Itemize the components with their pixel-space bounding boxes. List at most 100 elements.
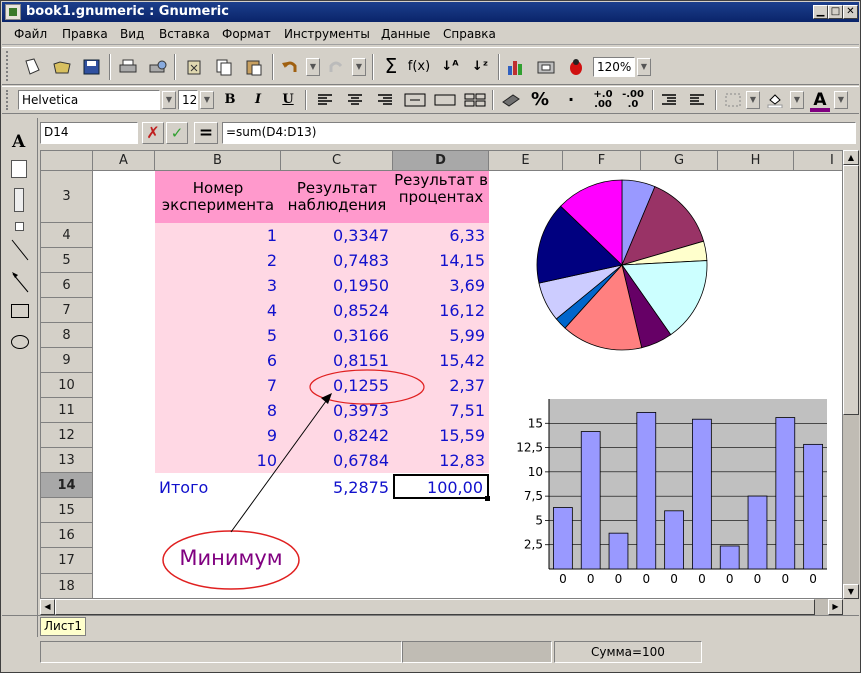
redo-dropdown[interactable]: ▼ bbox=[352, 58, 366, 76]
print-icon[interactable] bbox=[116, 56, 140, 78]
checkbox-tool-icon[interactable] bbox=[15, 222, 24, 231]
menu-format[interactable]: Формат bbox=[222, 27, 271, 41]
status-bar: Сумма=100 bbox=[2, 637, 859, 667]
menu-data[interactable]: Данные bbox=[381, 27, 430, 41]
font-color-icon[interactable]: A bbox=[810, 90, 830, 112]
paste-icon[interactable] bbox=[242, 56, 266, 78]
scrollbar-tool-icon[interactable] bbox=[14, 188, 24, 212]
sort-ascending-icon[interactable]: ↓ᴬ bbox=[438, 56, 462, 78]
align-left-icon[interactable] bbox=[314, 90, 338, 112]
cut-icon[interactable] bbox=[182, 56, 206, 78]
minimize-button[interactable]: ▁ bbox=[813, 5, 828, 19]
borders-icon[interactable] bbox=[722, 90, 746, 112]
menu-file[interactable]: Файл bbox=[14, 27, 47, 41]
menu-view[interactable]: Вид bbox=[120, 27, 144, 41]
close-button[interactable]: ✕ bbox=[843, 5, 858, 19]
percent-button[interactable]: % bbox=[529, 90, 551, 110]
merge-cells-icon[interactable] bbox=[432, 90, 456, 112]
status-message bbox=[40, 641, 402, 663]
font-size-dropdown[interactable]: ▼ bbox=[200, 91, 214, 109]
line-tool-icon[interactable] bbox=[10, 238, 30, 265]
sheet-tab-bar: Лист1 bbox=[2, 615, 859, 637]
insert-object-icon[interactable] bbox=[534, 56, 558, 78]
rectangle-tool-icon[interactable] bbox=[11, 304, 29, 318]
scroll-left-icon[interactable]: ◀ bbox=[40, 599, 55, 615]
font-name-input[interactable]: Helvetica bbox=[18, 90, 160, 110]
edit-formula-button[interactable]: = bbox=[194, 122, 218, 144]
zoom-input[interactable]: 120% bbox=[593, 57, 635, 77]
sort-descending-icon[interactable]: ↓ᶻ bbox=[468, 56, 492, 78]
bug-icon[interactable] bbox=[564, 56, 588, 78]
fill-color-icon[interactable] bbox=[764, 90, 788, 112]
toolbar-grip[interactable] bbox=[6, 51, 12, 81]
sheet-tab-list1[interactable]: Лист1 bbox=[40, 617, 87, 636]
menu-edit[interactable]: Правка bbox=[62, 27, 108, 41]
sum-icon[interactable]: Σ bbox=[379, 56, 403, 78]
toolbar-separator bbox=[174, 54, 176, 80]
increase-decimals-icon[interactable]: +.0.00 bbox=[592, 90, 614, 110]
menu-insert[interactable]: Вставка bbox=[159, 27, 210, 41]
formula-input[interactable]: =sum(D4:D13) bbox=[222, 122, 856, 144]
increase-indent-icon[interactable] bbox=[686, 90, 710, 112]
underline-button[interactable]: U bbox=[280, 90, 296, 110]
undo-dropdown[interactable]: ▼ bbox=[306, 58, 320, 76]
decrease-decimals-icon[interactable]: -.00.0 bbox=[622, 90, 644, 110]
italic-button[interactable]: I bbox=[250, 90, 266, 110]
progress-area bbox=[402, 641, 552, 663]
align-right-icon[interactable] bbox=[374, 90, 398, 112]
chart-icon[interactable] bbox=[504, 56, 528, 78]
accept-icon[interactable]: ✓ bbox=[166, 122, 188, 144]
align-center-icon[interactable] bbox=[344, 90, 368, 112]
ellipse-tool-icon[interactable] bbox=[11, 335, 29, 349]
arrow-tool-icon[interactable] bbox=[10, 270, 30, 297]
thousands-separator-button[interactable]: · bbox=[564, 90, 578, 110]
print-preview-icon[interactable] bbox=[146, 56, 170, 78]
zoom-dropdown[interactable]: ▼ bbox=[637, 58, 651, 76]
borders-dropdown[interactable]: ▼ bbox=[746, 91, 760, 109]
decrease-indent-icon[interactable] bbox=[658, 90, 682, 112]
minimum-label[interactable]: Минимум bbox=[163, 546, 299, 570]
standard-toolbar: ▼ ▼ Σ f(x) ↓ᴬ ↓ᶻ 120% ▼ bbox=[2, 47, 859, 85]
title-bar[interactable]: book1.gnumeric : Gnumeric ▁ □ ✕ bbox=[2, 2, 859, 22]
center-across-icon[interactable] bbox=[402, 90, 426, 112]
redo-icon[interactable] bbox=[324, 56, 348, 78]
vertical-scroll-thumb[interactable] bbox=[843, 165, 859, 415]
menu-tools[interactable]: Инструменты bbox=[284, 27, 370, 41]
text-tool-icon[interactable]: A bbox=[12, 132, 25, 152]
fill-color-dropdown[interactable]: ▼ bbox=[790, 91, 804, 109]
save-file-icon[interactable] bbox=[80, 56, 104, 78]
cancel-icon[interactable]: ✗ bbox=[142, 122, 164, 144]
function-icon[interactable]: f(x) bbox=[407, 56, 431, 78]
undo-icon[interactable] bbox=[278, 56, 302, 78]
app-icon[interactable] bbox=[5, 4, 21, 20]
split-cells-icon[interactable] bbox=[462, 90, 486, 112]
font-color-dropdown[interactable]: ▼ bbox=[834, 91, 848, 109]
status-sum: Сумма=100 bbox=[554, 641, 702, 663]
drawing-toolbar: A bbox=[2, 118, 38, 637]
cell-reference-input[interactable]: D14 bbox=[40, 122, 138, 144]
new-file-icon[interactable] bbox=[20, 56, 44, 78]
scroll-right-icon[interactable]: ▶ bbox=[828, 599, 843, 615]
maximize-button[interactable]: □ bbox=[828, 5, 843, 19]
open-file-icon[interactable] bbox=[50, 56, 74, 78]
currency-icon[interactable] bbox=[499, 90, 523, 112]
copy-icon[interactable] bbox=[212, 56, 236, 78]
spreadsheet-grid[interactable]: A B C D E F G H I 3 4 5 6 7 8 9 10 11 12 13 14 15 16 1… bbox=[40, 150, 843, 599]
annotation-arrow-line[interactable] bbox=[230, 396, 330, 533]
scroll-down-icon[interactable]: ▼ bbox=[843, 584, 859, 599]
app-window: book1.gnumeric : Gnumeric ▁ □ ✕ Файл Пра… bbox=[0, 0, 861, 673]
menu-help[interactable]: Справка bbox=[443, 27, 496, 41]
toolbar-grip[interactable] bbox=[6, 90, 12, 110]
font-size-input[interactable]: 12 bbox=[178, 90, 198, 110]
formula-bar: D14 ✗ ✓ = =sum(D4:D13) bbox=[2, 118, 859, 148]
horizontal-scrollbar[interactable]: ◀ ▶ bbox=[40, 599, 843, 615]
scroll-up-icon[interactable]: ▲ bbox=[843, 150, 859, 165]
arrow-head-icon bbox=[321, 393, 332, 404]
toolbar-separator bbox=[305, 90, 307, 110]
vertical-scrollbar[interactable]: ▲ ▼ bbox=[843, 150, 859, 599]
label-tool-icon[interactable] bbox=[11, 160, 27, 178]
bold-button[interactable]: B bbox=[222, 90, 238, 110]
font-name-dropdown[interactable]: ▼ bbox=[162, 91, 176, 109]
menu-bar: Файл Правка Вид Вставка Формат Инструмен… bbox=[2, 23, 859, 45]
horizontal-scroll-thumb[interactable] bbox=[55, 599, 815, 615]
